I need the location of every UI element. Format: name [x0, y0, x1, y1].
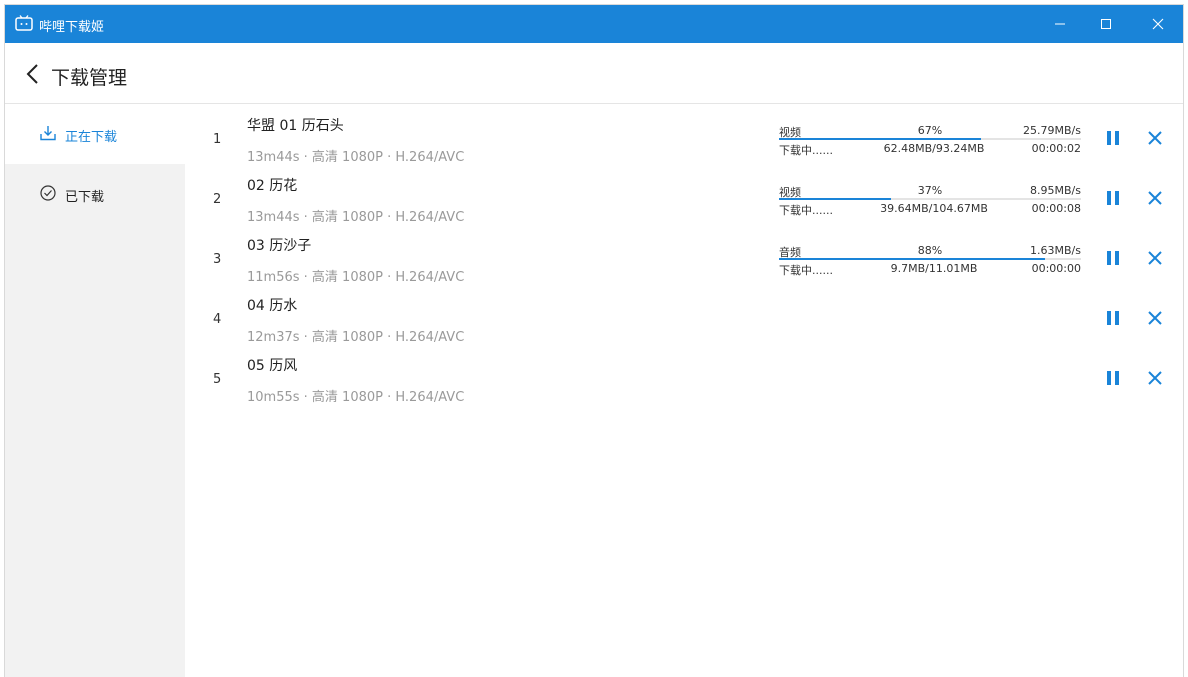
cancel-download-button[interactable]: [1145, 368, 1165, 388]
item-index: 5: [213, 372, 222, 387]
cancel-download-button[interactable]: [1145, 188, 1165, 208]
sidebar-item-downloaded[interactable]: 已下载: [5, 164, 185, 224]
cancel-download-button[interactable]: [1145, 308, 1165, 328]
pause-icon: [1107, 131, 1119, 145]
item-index: 3: [213, 252, 222, 267]
pause-button[interactable]: [1103, 128, 1123, 148]
progress-status: 下载中......: [779, 144, 833, 157]
progress-speed: 1.63MB/s: [1030, 244, 1081, 257]
item-meta: 11m56s · 高清 1080P · H.264/AVC: [247, 270, 465, 285]
sidebar-item-downloading[interactable]: 正在下载: [5, 104, 185, 164]
progress-bar: [779, 138, 1081, 140]
pause-icon: [1107, 371, 1119, 385]
pause-button[interactable]: [1103, 248, 1123, 268]
progress-fill: [779, 198, 891, 200]
progress-status: 下载中......: [779, 264, 833, 277]
download-icon: [40, 126, 56, 141]
maximize-button[interactable]: [1083, 5, 1129, 43]
progress-size: 62.48MB/93.24MB: [883, 142, 985, 155]
progress-eta: 00:00:08: [1031, 202, 1081, 215]
page-title: 下载管理: [51, 67, 128, 89]
back-arrow-icon[interactable]: [25, 63, 39, 85]
progress-speed: 8.95MB/s: [1030, 184, 1081, 197]
item-index: 4: [213, 312, 222, 327]
app-window: 哔哩下载姬 下载管理 正在下载 已下载 1 华盟 01 历石头 13m44s ·…: [5, 5, 1183, 677]
pause-button[interactable]: [1103, 308, 1123, 328]
pause-button[interactable]: [1103, 188, 1123, 208]
close-window-button[interactable]: [1135, 5, 1181, 43]
item-title: 05 历风: [247, 358, 298, 374]
pause-icon: [1107, 191, 1119, 205]
item-index: 1: [213, 132, 222, 147]
list-item: 5 05 历风 10m55s · 高清 1080P · H.264/AVC: [185, 346, 1183, 406]
progress-fill: [779, 258, 1045, 260]
progress-bar: [779, 198, 1081, 200]
page-header: 下载管理: [5, 43, 1183, 104]
item-meta: 13m44s · 高清 1080P · H.264/AVC: [247, 210, 465, 225]
progress-status: 下载中......: [779, 204, 833, 217]
title-bar: 哔哩下载姬: [5, 5, 1183, 43]
download-list: 1 华盟 01 历石头 13m44s · 高清 1080P · H.264/AV…: [185, 104, 1183, 677]
progress-bar: [779, 258, 1081, 260]
progress-speed: 25.79MB/s: [1023, 124, 1081, 137]
app-title: 哔哩下载姬: [39, 20, 105, 35]
cancel-download-button[interactable]: [1145, 128, 1165, 148]
item-title: 03 历沙子: [247, 238, 312, 254]
pause-button[interactable]: [1103, 368, 1123, 388]
item-index: 2: [213, 192, 222, 207]
item-title: 华盟 01 历石头: [247, 118, 344, 134]
progress-percent: 88%: [917, 244, 943, 257]
item-title: 04 历水: [247, 298, 298, 314]
check-circle-icon: [40, 185, 56, 201]
list-item: 4 04 历水 12m37s · 高清 1080P · H.264/AVC: [185, 286, 1183, 346]
close-icon: [1148, 311, 1162, 325]
list-item: 3 03 历沙子 11m56s · 高清 1080P · H.264/AVC 音…: [185, 226, 1183, 286]
sidebar-item-label: 正在下载: [65, 130, 118, 145]
sidebar: 正在下载 已下载: [5, 104, 185, 677]
item-meta: 10m55s · 高清 1080P · H.264/AVC: [247, 390, 465, 405]
progress-size: 9.7MB/11.01MB: [890, 262, 978, 275]
progress-size: 39.64MB/104.67MB: [880, 202, 988, 215]
progress-panel: 视频 67% 25.79MB/s 下载中...... 62.48MB/93.24…: [779, 120, 1081, 160]
list-item: 2 02 历花 13m44s · 高清 1080P · H.264/AVC 视频…: [185, 166, 1183, 226]
item-meta: 12m37s · 高清 1080P · H.264/AVC: [247, 330, 465, 345]
progress-panel: 视频 37% 8.95MB/s 下载中...... 39.64MB/104.67…: [779, 180, 1081, 220]
progress-percent: 67%: [917, 124, 943, 137]
close-icon: [1148, 371, 1162, 385]
list-item: 1 华盟 01 历石头 13m44s · 高清 1080P · H.264/AV…: [185, 106, 1183, 166]
progress-fill: [779, 138, 982, 140]
close-icon: [1148, 131, 1162, 145]
progress-eta: 00:00:02: [1031, 142, 1081, 155]
close-icon: [1148, 251, 1162, 265]
progress-eta: 00:00:00: [1031, 262, 1081, 275]
bilibili-tv-icon: [15, 15, 33, 31]
progress-percent: 37%: [917, 184, 943, 197]
item-meta: 13m44s · 高清 1080P · H.264/AVC: [247, 150, 465, 165]
minimize-icon: [1055, 23, 1065, 25]
item-title: 02 历花: [247, 178, 298, 194]
pause-icon: [1107, 311, 1119, 325]
progress-panel: 音频 88% 1.63MB/s 下载中...... 9.7MB/11.01MB …: [779, 240, 1081, 280]
pause-icon: [1107, 251, 1119, 265]
minimize-button[interactable]: [1037, 5, 1083, 43]
maximize-icon: [1101, 19, 1111, 29]
cancel-download-button[interactable]: [1145, 248, 1165, 268]
close-icon: [1152, 18, 1164, 30]
sidebar-item-label: 已下载: [65, 190, 105, 205]
close-icon: [1148, 191, 1162, 205]
